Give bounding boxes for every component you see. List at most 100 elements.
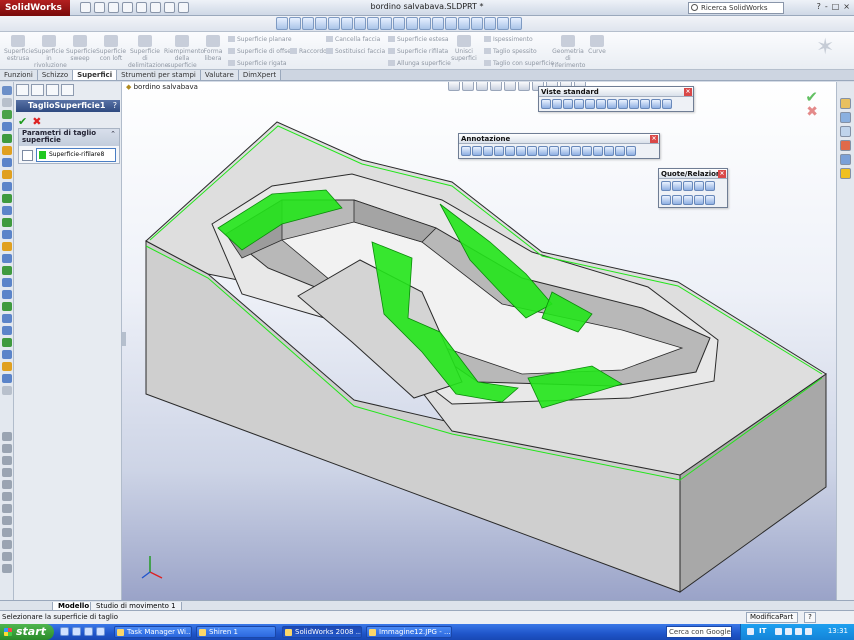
- section-view-icon[interactable]: [367, 17, 379, 30]
- taskbar-window-solidworks[interactable]: SolidWorks 2008 ...: [282, 626, 362, 638]
- fully-define-icon[interactable]: [705, 195, 715, 205]
- ribbon-thickened-cut[interactable]: Taglio spessito: [484, 48, 537, 55]
- search-input[interactable]: Ricerca SolidWorks: [688, 2, 784, 14]
- display-relations-icon[interactable]: [2, 374, 12, 383]
- lights-icon[interactable]: [484, 17, 496, 30]
- standard-views-icon[interactable]: [354, 17, 366, 30]
- link-views-icon[interactable]: [651, 99, 661, 109]
- bottom-view-icon[interactable]: [596, 99, 606, 109]
- close-button[interactable]: ×: [843, 2, 850, 11]
- ribbon-revolved-surface[interactable]: Superficie in rivoluzione: [34, 35, 67, 69]
- ribbon-surface-cut[interactable]: Taglio con superficie: [484, 60, 554, 67]
- line-icon[interactable]: [2, 110, 12, 119]
- zoom-to-fit-icon[interactable]: [276, 17, 288, 30]
- linear-pattern-icon[interactable]: [2, 290, 12, 299]
- tray-keyboard-icon[interactable]: [747, 628, 754, 635]
- zoom-in-out-icon[interactable]: [302, 17, 314, 30]
- extend-entities-icon[interactable]: [2, 266, 12, 275]
- add-relation-icon[interactable]: [672, 195, 682, 205]
- tab-schizzo[interactable]: Schizzo: [37, 70, 74, 80]
- centerline-annot-icon[interactable]: [593, 146, 603, 156]
- file-explorer-icon[interactable]: [840, 126, 851, 137]
- view-palette-icon[interactable]: [840, 154, 851, 165]
- centerline-icon[interactable]: [2, 182, 12, 191]
- shadows-icon[interactable]: [432, 17, 444, 30]
- geometric-tolerance-icon[interactable]: [527, 146, 537, 156]
- isometric-view-icon[interactable]: [607, 99, 617, 109]
- browser-icon[interactable]: [72, 627, 81, 636]
- zoom-area-icon[interactable]: [289, 17, 301, 30]
- feature-manager-tab-icon[interactable]: [16, 84, 29, 96]
- cutting-surface-field[interactable]: Superficie-rifilare8: [36, 148, 116, 162]
- ribbon-curves[interactable]: Curve: [586, 35, 608, 55]
- realview-icon[interactable]: [497, 17, 509, 30]
- rectangle-icon[interactable]: [2, 122, 12, 131]
- left-view-icon[interactable]: [563, 99, 573, 109]
- cross-tool-icon[interactable]: [2, 468, 12, 477]
- close-icon[interactable]: ×: [650, 135, 658, 143]
- trim-entities-icon[interactable]: [2, 254, 12, 263]
- center-mark-icon[interactable]: [582, 146, 592, 156]
- ordinate-dimension-icon[interactable]: [705, 181, 715, 191]
- ribbon-extruded-surface[interactable]: Superficie estrusa: [4, 35, 34, 62]
- chamfer-dimension-icon[interactable]: [661, 195, 671, 205]
- tray-network-icon[interactable]: [775, 628, 782, 635]
- ribbon-knit-surface[interactable]: Unisci superfici: [450, 35, 478, 62]
- language-indicator[interactable]: IT: [759, 627, 766, 635]
- hide-show-icon[interactable]: [393, 17, 405, 30]
- arc-icon[interactable]: [2, 146, 12, 155]
- zoom-selection-icon[interactable]: [315, 17, 327, 30]
- angle-tool-icon[interactable]: [2, 480, 12, 489]
- rotate-view-icon[interactable]: [328, 17, 340, 30]
- tab-strumenti-stampi[interactable]: Strumenti per stampi: [117, 70, 201, 80]
- start-button[interactable]: start: [0, 624, 54, 640]
- normal-to-icon[interactable]: [640, 99, 650, 109]
- ribbon-ruled-surface[interactable]: Superficie rigata: [228, 60, 287, 67]
- tray-update-icon[interactable]: [805, 628, 812, 635]
- property-manager-tab-icon[interactable]: [31, 84, 44, 96]
- chamfer-sketch-icon[interactable]: [2, 218, 12, 227]
- eraser-tool-icon[interactable]: [2, 504, 12, 513]
- hole-callout-icon[interactable]: [560, 146, 570, 156]
- 3d-model[interactable]: [122, 82, 836, 600]
- add-relation-icon[interactable]: [2, 362, 12, 371]
- bracket-tool-icon[interactable]: [2, 540, 12, 549]
- solidworks-resources-icon[interactable]: [840, 98, 851, 109]
- ribbon-replace-face[interactable]: Sostituisci faccia: [326, 48, 385, 55]
- tray-antivirus-icon[interactable]: [795, 628, 802, 635]
- dimension-icon[interactable]: [661, 181, 671, 191]
- grid-tool-icon[interactable]: [2, 564, 12, 573]
- ribbon-offset-surface[interactable]: Superficie di offset: [228, 48, 293, 55]
- circular-pattern-icon[interactable]: [2, 302, 12, 311]
- view-selector-icon[interactable]: [662, 99, 672, 109]
- tab-funzioni[interactable]: Funzioni: [0, 70, 38, 80]
- help-icon[interactable]: ?: [113, 100, 117, 112]
- note-icon[interactable]: [472, 146, 482, 156]
- ribbon-fillet[interactable]: Raccordo: [290, 48, 327, 55]
- toolbar-header[interactable]: Quote/Relazioni ×: [659, 169, 727, 179]
- taskbar-window-task-manager[interactable]: Task Manager Wi...: [114, 626, 192, 638]
- repair-sketch-icon[interactable]: [2, 386, 12, 395]
- rendering-icon[interactable]: [510, 17, 522, 30]
- area-hatch-icon[interactable]: [604, 146, 614, 156]
- circle-tool-icon[interactable]: [2, 432, 12, 441]
- maximize-button[interactable]: □: [832, 2, 840, 11]
- ribbon-extend-surface[interactable]: Superficie estesa: [388, 36, 449, 43]
- baseline-dimension-icon[interactable]: [694, 181, 704, 191]
- sketch-icon[interactable]: [2, 86, 12, 95]
- google-search-input[interactable]: Cerca con Google: [666, 626, 732, 638]
- ribbon-swept-surface[interactable]: Superficie sweep: [66, 35, 96, 62]
- pan-icon[interactable]: [341, 17, 353, 30]
- clock[interactable]: 13:31: [828, 627, 848, 635]
- trimetric-view-icon[interactable]: [618, 99, 628, 109]
- back-view-icon[interactable]: [552, 99, 562, 109]
- circle-icon[interactable]: [2, 134, 12, 143]
- convert-entities-icon[interactable]: [2, 242, 12, 251]
- close-icon[interactable]: ×: [718, 170, 726, 178]
- appearances-icon[interactable]: [840, 168, 851, 179]
- tab-valutare[interactable]: Valutare: [200, 70, 239, 80]
- ribbon-freeform[interactable]: Forma libera: [202, 35, 224, 62]
- collapse-icon[interactable]: ⌃: [110, 131, 116, 138]
- ok-check-icon[interactable]: ✔: [18, 115, 27, 128]
- balloon-icon[interactable]: [483, 146, 493, 156]
